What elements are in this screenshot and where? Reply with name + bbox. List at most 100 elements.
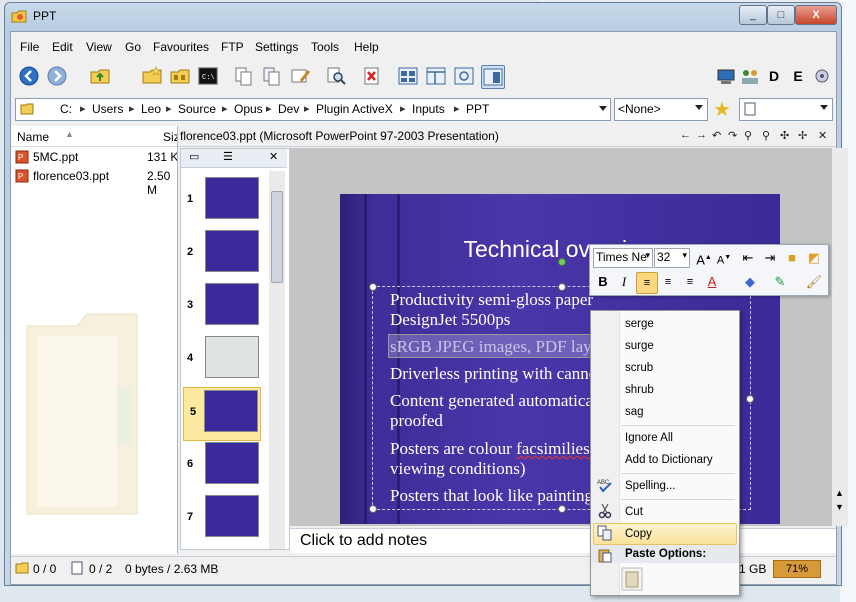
file-row[interactable]: P 5MC.ppt 131 K (15, 148, 177, 166)
settings-icon[interactable] (811, 65, 833, 87)
close-viewer-icon[interactable]: ✕ (818, 129, 827, 142)
format-painter-icon[interactable]: 🖌 (804, 272, 824, 292)
zoom-in-icon[interactable]: ⚲ (744, 129, 752, 142)
rotate-left-icon[interactable]: ↶ (712, 129, 721, 142)
menu-favourites[interactable]: Favourites (153, 40, 209, 54)
rotate-handle[interactable] (558, 258, 566, 266)
scrollbar-thumb[interactable] (271, 191, 283, 283)
folder-tree-icon[interactable] (169, 65, 191, 87)
style-combo[interactable] (739, 98, 833, 121)
add-to-dictionary-item[interactable]: Add to Dictionary (625, 454, 713, 466)
suggestion-surge[interactable]: surge (625, 340, 654, 352)
bold-button[interactable]: B (593, 272, 613, 292)
copy-item[interactable]: Copy (625, 528, 652, 540)
resize-handle[interactable] (746, 395, 754, 403)
column-name[interactable]: Name (17, 130, 49, 144)
align-right-icon[interactable]: ≡ (680, 272, 700, 292)
increase-indent-icon[interactable]: ⇥ (760, 248, 780, 268)
prev-slide-icon[interactable]: ▲ (835, 488, 844, 498)
suggestion-shrub[interactable]: shrub (625, 384, 654, 396)
drive-d-icon[interactable]: D (763, 65, 785, 87)
slide-bullet[interactable]: Content generated automatica proofed (390, 391, 593, 431)
drive-e-icon[interactable]: E (787, 65, 809, 87)
suggestion-scrub[interactable]: scrub (625, 362, 653, 374)
slides-tab-icon[interactable]: ▭ (189, 150, 199, 163)
copy-icon[interactable] (233, 65, 255, 87)
network-icon[interactable] (739, 65, 761, 87)
close-thumbnails-icon[interactable]: ✕ (269, 150, 278, 163)
slide-bullet[interactable]: Posters are colour facsimilies viewing co… (390, 439, 590, 479)
menu-tools[interactable]: Tools (311, 40, 339, 54)
spelling-item[interactable]: Spelling... (625, 480, 676, 492)
thumbnail[interactable]: 1 (181, 175, 271, 227)
suggestion-sag[interactable]: sag (625, 406, 644, 418)
delete-icon[interactable] (361, 65, 383, 87)
title-bar[interactable]: PPT _ □ X (5, 3, 841, 29)
paste-keep-formatting-icon[interactable] (621, 567, 643, 591)
slide-scrollbar[interactable]: ▲ ▼ (832, 148, 848, 526)
grow-font-icon[interactable]: A▲ (694, 248, 714, 268)
thumbnail-scrollbar[interactable] (269, 171, 285, 549)
new-folder-icon[interactable] (141, 65, 163, 87)
breadcrumb-source[interactable]: Source (178, 102, 216, 116)
resize-handle[interactable] (369, 283, 377, 291)
fill-color-icon[interactable]: ◆ (740, 272, 760, 292)
viewer-icon[interactable] (453, 65, 475, 87)
notes-pane[interactable]: Click to add notes (290, 528, 836, 553)
preview-pane-icon[interactable] (481, 65, 505, 89)
cut-item[interactable]: Cut (625, 506, 643, 518)
rename-icon[interactable] (289, 65, 311, 87)
next-slide-icon[interactable]: ▼ (835, 502, 844, 512)
find-icon[interactable] (325, 65, 347, 87)
nav-right-icon[interactable]: → (696, 129, 707, 141)
italic-button[interactable]: I (614, 272, 634, 292)
minimize-button[interactable]: _ (739, 5, 767, 25)
menu-view[interactable]: View (86, 40, 112, 54)
breadcrumb-dev[interactable]: Dev (278, 102, 299, 116)
slide-bullet[interactable]: Driverless printing with canno (390, 364, 597, 384)
menu-ftp[interactable]: FTP (221, 40, 244, 54)
slide-bullet[interactable]: sRGB JPEG images, PDF layout (390, 337, 613, 357)
favourites-star-icon[interactable]: ★ (713, 97, 731, 122)
fit-icon[interactable]: ✣ (780, 129, 789, 142)
shrink-font-icon[interactable]: A▼ (714, 248, 734, 268)
thumbnail[interactable]: 3 (181, 281, 271, 333)
line-color-icon[interactable]: ✎ (770, 272, 790, 292)
breadcrumb-c[interactable]: C: (60, 102, 72, 116)
font-size-combo[interactable]: 32 ▾ (654, 248, 690, 268)
font-color-icon[interactable]: A (702, 272, 722, 292)
breadcrumb[interactable]: C: ▸ Users ▸ Leo ▸ Source ▸ Opus ▸ Dev ▸… (15, 98, 611, 121)
breadcrumb-plugin-activex[interactable]: Plugin ActiveX (316, 102, 393, 116)
thumbnail[interactable]: 2 (181, 228, 271, 280)
rotate-right-icon[interactable]: ↷ (728, 129, 737, 142)
resize-handle[interactable] (369, 505, 377, 513)
menu-edit[interactable]: Edit (52, 40, 73, 54)
filter-combo[interactable]: <None> (614, 98, 708, 121)
shape-fill-icon[interactable]: ■ (782, 248, 802, 268)
zoom-out-icon[interactable]: ⚲ (762, 129, 770, 142)
thumbnail-selected[interactable]: 5 (183, 387, 261, 441)
column-size[interactable]: Siz (163, 130, 177, 144)
ignore-all-item[interactable]: Ignore All (625, 432, 673, 444)
arrange-icon[interactable]: ◩ (804, 248, 824, 268)
decrease-indent-icon[interactable]: ⇤ (738, 248, 758, 268)
menu-go[interactable]: Go (125, 40, 141, 54)
back-icon[interactable] (18, 65, 40, 87)
move-icon[interactable] (261, 65, 283, 87)
thumbnail[interactable]: 6 (181, 440, 271, 492)
suggestion-serge[interactable]: serge (625, 318, 654, 330)
breadcrumb-leo[interactable]: Leo (141, 102, 161, 116)
breadcrumb-opus[interactable]: Opus (234, 102, 263, 116)
menu-file[interactable]: File (20, 40, 39, 54)
breadcrumb-ppt[interactable]: PPT (466, 102, 489, 116)
parent-folder-icon[interactable] (89, 65, 111, 87)
fullscreen-icon[interactable]: ✢ (798, 129, 807, 142)
layout-thumbnails-icon[interactable] (397, 65, 419, 87)
file-row[interactable]: P florence03.ppt 2.50 M (15, 167, 177, 197)
chevron-down-icon[interactable] (599, 106, 607, 111)
slide-bullet[interactable]: Posters that look like painting (390, 486, 593, 506)
maximize-button[interactable]: □ (767, 5, 795, 25)
menu-settings[interactable]: Settings (255, 40, 298, 54)
align-center-icon[interactable]: ≡ (658, 272, 678, 292)
resize-handle[interactable] (558, 505, 566, 513)
